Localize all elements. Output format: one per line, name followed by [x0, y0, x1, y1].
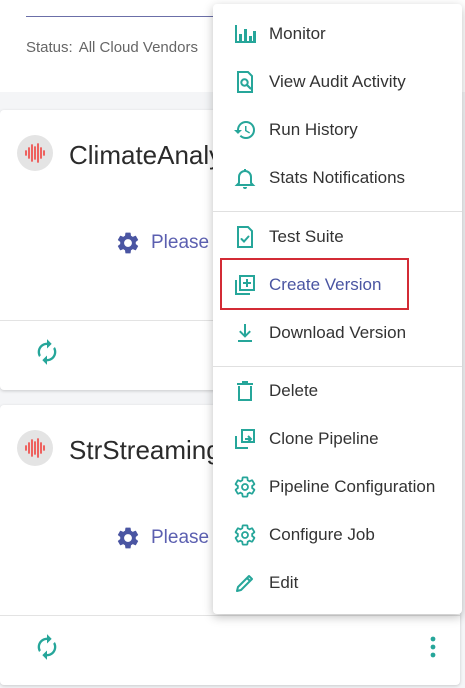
menu-item-label: Delete — [269, 381, 319, 400]
pipeline-message[interactable]: Please — [115, 230, 209, 256]
menu-divider — [213, 211, 462, 212]
menu-item-label: Download Version — [269, 323, 407, 342]
menu-item-stats-notifications[interactable]: Stats Notifications — [213, 158, 462, 198]
menu-item-label: Monitor — [269, 24, 326, 43]
more-options-button[interactable] — [425, 633, 441, 666]
pipeline-title[interactable]: StrStreaming — [69, 435, 221, 466]
menu-item-run-history[interactable]: Run History — [213, 110, 462, 150]
test-file-icon — [237, 226, 253, 248]
gear-icon — [234, 476, 256, 498]
gear-icon — [234, 524, 256, 546]
menu-item-label: View Audit Activity — [269, 72, 406, 91]
menu-item-view-audit-activity[interactable]: View Audit Activity — [213, 62, 462, 102]
clone-icon — [235, 429, 255, 449]
status-filter[interactable]: Status: All Cloud Vendors — [26, 39, 198, 56]
card-divider — [0, 615, 460, 616]
menu-item-label: Edit — [269, 573, 299, 592]
trash-icon — [237, 381, 253, 401]
bell-icon — [234, 169, 256, 189]
refresh-icon — [37, 339, 57, 365]
waveform-icon — [25, 143, 45, 163]
status-value: All Cloud Vendors — [78, 39, 198, 56]
kebab-menu-icon — [430, 636, 436, 658]
message-text: Please — [151, 527, 210, 548]
message-text: Please — [151, 232, 210, 253]
gear-icon — [117, 232, 139, 254]
menu-item-label: Clone Pipeline — [269, 429, 379, 448]
gear-icon — [117, 527, 139, 549]
menu-item-label: Run History — [269, 120, 358, 139]
pipeline-message[interactable]: Please — [115, 525, 209, 551]
refresh-icon — [37, 634, 57, 660]
pipeline-avatar — [17, 430, 53, 466]
menu-item-delete[interactable]: Delete — [213, 371, 462, 411]
menu-item-configure-job[interactable]: Configure Job — [213, 515, 462, 555]
menu-item-edit[interactable]: Edit — [213, 563, 462, 603]
audit-search-icon — [237, 71, 253, 93]
history-icon — [234, 121, 255, 139]
waveform-icon — [25, 438, 45, 458]
refresh-button[interactable] — [33, 338, 61, 371]
menu-item-label: Pipeline Configuration — [269, 477, 436, 496]
bar-chart-icon — [235, 25, 256, 43]
pencil-icon — [236, 575, 253, 592]
menu-item-label: Test Suite — [269, 227, 344, 246]
menu-item-monitor[interactable]: Monitor — [213, 14, 462, 54]
menu-item-download-version[interactable]: Download Version — [213, 313, 462, 353]
pipeline-avatar — [17, 135, 53, 171]
refresh-button[interactable] — [33, 633, 61, 666]
menu-item-pipeline-configuration[interactable]: Pipeline Configuration — [213, 467, 462, 507]
status-label: Status: — [26, 39, 73, 56]
download-icon — [238, 324, 252, 342]
menu-item-test-suite[interactable]: Test Suite — [213, 217, 462, 257]
menu-item-label: Stats Notifications — [269, 168, 406, 187]
menu-item-label: Configure Job — [269, 525, 375, 544]
menu-divider — [213, 366, 462, 367]
highlight-box — [220, 258, 409, 310]
menu-item-clone-pipeline[interactable]: Clone Pipeline — [213, 419, 462, 459]
